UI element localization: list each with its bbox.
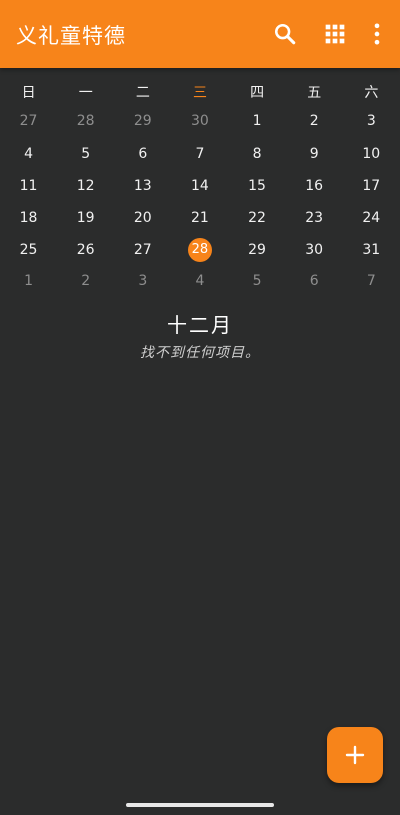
day-cell[interactable]: 20	[114, 210, 171, 226]
day-cell[interactable]: 26	[57, 242, 114, 258]
day-cell[interactable]: 17	[343, 178, 400, 194]
week-row: 18 19 20 21 22 23 24	[0, 203, 400, 233]
plus-icon	[345, 745, 365, 765]
day-cell[interactable]: 9	[286, 146, 343, 162]
day-cell[interactable]: 19	[57, 210, 114, 226]
day-cell[interactable]: 15	[229, 178, 286, 194]
day-cell[interactable]: 1	[0, 273, 57, 289]
day-cell[interactable]: 22	[229, 210, 286, 226]
week-row: 25 26 27 28 29 30 31	[0, 235, 400, 265]
day-cell[interactable]: 31	[343, 242, 400, 258]
day-cell[interactable]: 18	[0, 210, 57, 226]
day-cell[interactable]: 11	[0, 178, 57, 194]
today-marker: 28	[187, 238, 212, 262]
app-bar: 义礼童特德	[0, 0, 400, 68]
day-cell[interactable]: 13	[114, 178, 171, 194]
day-cell[interactable]: 10	[343, 146, 400, 162]
weekday-header: 日 一 二 三 四 五 六	[0, 78, 400, 106]
weekday-label: 日	[21, 85, 36, 101]
day-cell[interactable]: 2	[57, 273, 114, 289]
weekday-label: 五	[307, 85, 322, 101]
day-cell[interactable]: 23	[286, 210, 343, 226]
day-cell[interactable]: 27	[0, 113, 57, 129]
day-cell[interactable]: 6	[114, 146, 171, 162]
day-cell[interactable]: 5	[57, 146, 114, 162]
empty-state-text: 找不到任何项目。	[140, 345, 260, 361]
day-cell[interactable]: 25	[0, 242, 57, 258]
day-cell[interactable]: 14	[171, 178, 228, 194]
week-row: 1 2 3 4 5 6 7	[0, 266, 400, 296]
grid-view-icon[interactable]	[321, 20, 349, 48]
weekday-label: 一	[78, 85, 93, 101]
day-cell[interactable]: 5	[229, 273, 286, 289]
day-cell[interactable]: 3	[343, 113, 400, 129]
day-cell[interactable]: 1	[229, 113, 286, 129]
day-cell-today[interactable]: 28	[171, 238, 228, 262]
search-icon[interactable]	[271, 20, 299, 48]
day-cell[interactable]: 4	[171, 273, 228, 289]
day-cell[interactable]: 4	[0, 146, 57, 162]
day-cell[interactable]: 21	[171, 210, 228, 226]
day-cell[interactable]: 6	[286, 273, 343, 289]
day-cell[interactable]: 7	[171, 146, 228, 162]
weekday-label: 二	[135, 85, 150, 101]
day-cell[interactable]: 12	[57, 178, 114, 194]
day-cell[interactable]: 2	[286, 113, 343, 129]
app-title: 义礼童特德	[16, 24, 126, 48]
day-cell[interactable]: 29	[114, 113, 171, 129]
weekday-label-current: 三	[192, 85, 207, 101]
day-cell[interactable]: 8	[229, 146, 286, 162]
weekday-label: 六	[364, 85, 379, 101]
week-row: 4 5 6 7 8 9 10	[0, 139, 400, 169]
day-cell[interactable]: 28	[57, 113, 114, 129]
weekday-label: 四	[250, 85, 265, 101]
month-title: 十二月	[167, 313, 233, 337]
day-cell[interactable]: 24	[343, 210, 400, 226]
month-calendar: 日 一 二 三 四 五 六 27 28 29 30 1 2 3 4 5 6 7 …	[0, 78, 400, 296]
day-cell[interactable]: 30	[171, 113, 228, 129]
day-cell[interactable]: 29	[229, 242, 286, 258]
week-row: 11 12 13 14 15 16 17	[0, 171, 400, 201]
day-cell[interactable]: 3	[114, 273, 171, 289]
day-cell[interactable]: 16	[286, 178, 343, 194]
week-row: 27 28 29 30 1 2 3	[0, 106, 400, 136]
day-cell[interactable]: 27	[114, 242, 171, 258]
day-cell[interactable]: 30	[286, 242, 343, 258]
add-event-button[interactable]	[327, 727, 383, 783]
home-indicator[interactable]	[126, 803, 274, 807]
day-cell[interactable]: 7	[343, 273, 400, 289]
more-vert-icon[interactable]	[363, 20, 391, 48]
